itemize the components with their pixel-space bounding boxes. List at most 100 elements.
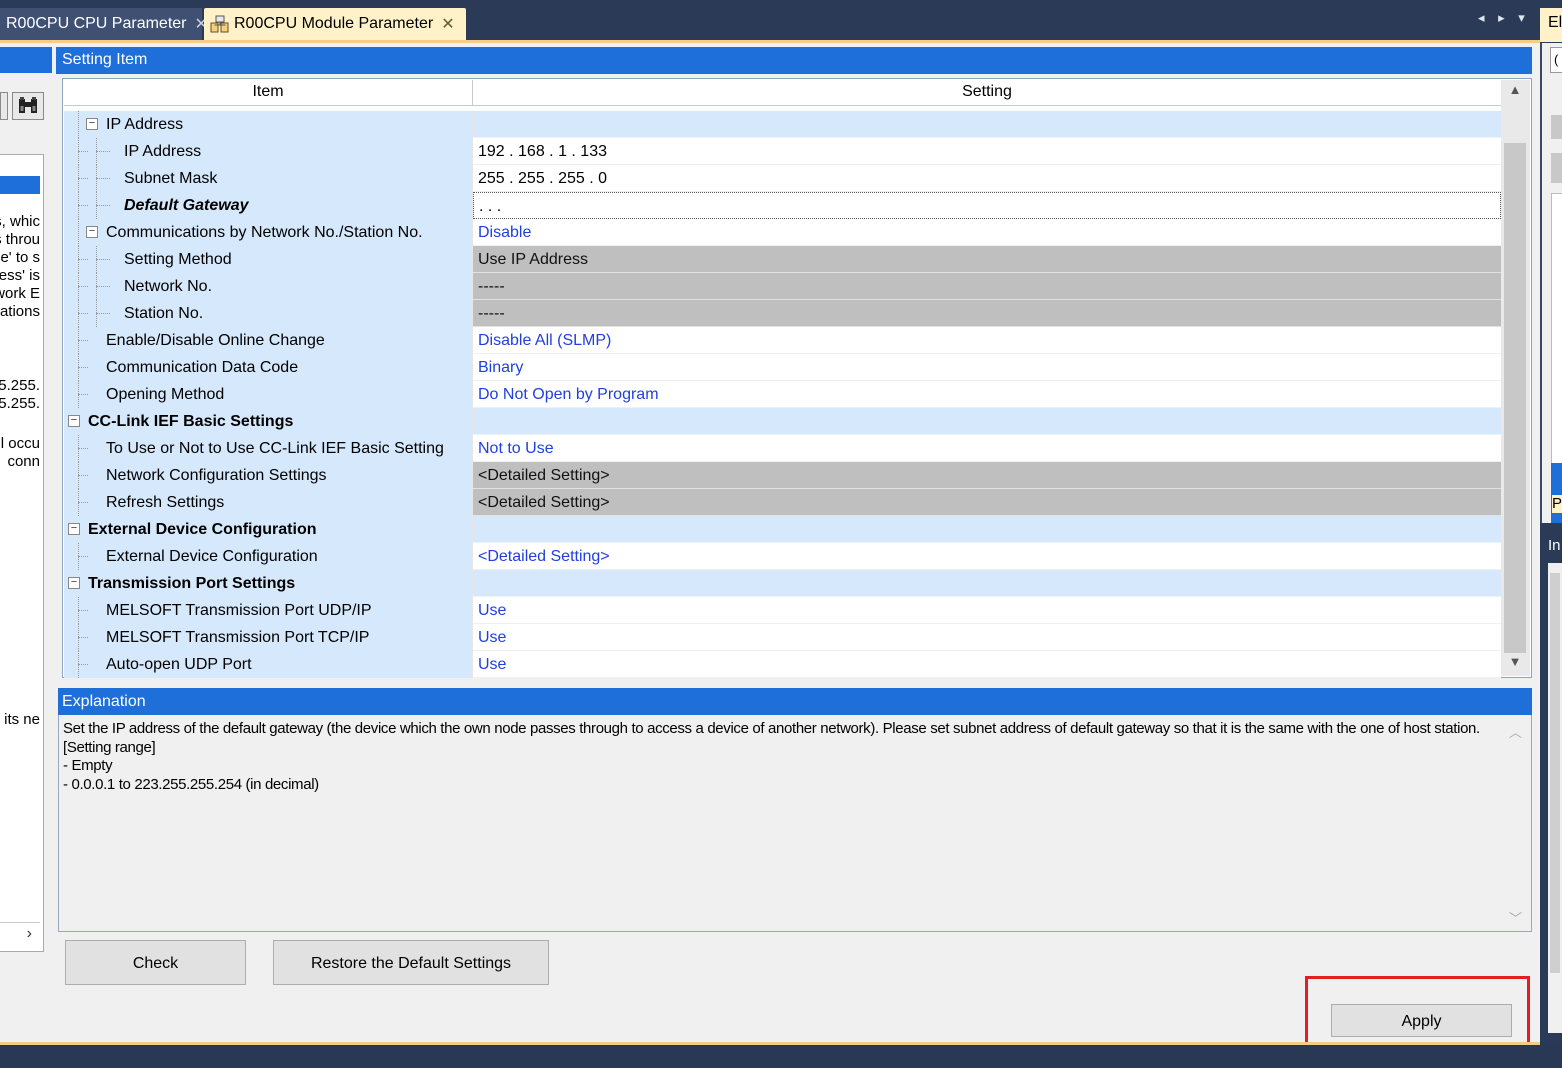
setting-row[interactable]: MELSOFT Transmission Port TCP/IP Use <box>64 624 1501 651</box>
setting-item-cell[interactable]: To Use or Not to Use CC-Link IEF Basic S… <box>64 435 473 462</box>
explanation-scroll-up-icon[interactable]: ︿ <box>1509 722 1522 741</box>
setting-value-cell[interactable]: <Detailed Setting> <box>473 489 1501 516</box>
setting-value-cell[interactable]: Use <box>473 651 1501 678</box>
setting-row[interactable]: MELSOFT Transmission Port UDP/IP Use <box>64 597 1501 624</box>
setting-value-cell[interactable]: Binary <box>473 354 1501 381</box>
right-pane-tab[interactable]: El <box>1540 8 1562 42</box>
scroll-up-icon[interactable]: ▲ <box>1503 82 1527 104</box>
tree-line <box>78 111 79 138</box>
setting-row[interactable]: Refresh Settings <Detailed Setting> <box>64 489 1501 516</box>
setting-item-cell[interactable]: − Communications by Network No./Station N… <box>64 219 473 246</box>
collapse-icon[interactable]: − <box>86 226 98 238</box>
right-pane-button[interactable] <box>1551 115 1562 139</box>
collapse-icon[interactable]: − <box>68 415 80 427</box>
setting-row[interactable]: − CC-Link IEF Basic Settings <box>64 408 1501 435</box>
setting-row[interactable]: To Use or Not to Use CC-Link IEF Basic S… <box>64 435 1501 462</box>
setting-row[interactable]: − Communications by Network No./Station N… <box>64 219 1501 246</box>
setting-item-cell[interactable]: MELSOFT Transmission Port UDP/IP <box>64 597 473 624</box>
right-pane-selection <box>1551 463 1562 523</box>
setting-row[interactable]: − External Device Configuration <box>64 516 1501 543</box>
tab-cpu-parameter[interactable]: R00CPU CPU Parameter ✕ <box>0 8 208 40</box>
setting-value-cell[interactable]: . . . <box>473 192 1501 219</box>
setting-row[interactable]: IP Address 192 . 168 . 1 . 133 <box>64 138 1501 165</box>
setting-item-cell[interactable]: − CC-Link IEF Basic Settings <box>64 408 473 435</box>
right-lower-pane: In <box>1540 523 1562 1042</box>
explanation-line: - Empty <box>63 757 113 774</box>
right-lower-pane-scrollbar[interactable] <box>1550 573 1560 973</box>
setting-value-cell <box>473 570 1501 597</box>
setting-value-cell[interactable]: ----- <box>473 273 1501 300</box>
setting-item-cell[interactable]: − IP Address <box>64 111 473 138</box>
setting-value-cell[interactable]: ----- <box>473 300 1501 327</box>
left-panel-list[interactable]: s, whics throule' to sress' iswork Eatio… <box>0 154 44 952</box>
column-header-item[interactable]: Item <box>64 80 473 106</box>
setting-row[interactable]: Enable/Disable Online Change Disable All … <box>64 327 1501 354</box>
scroll-down-icon[interactable]: ▼ <box>1503 654 1527 676</box>
left-panel-button[interactable] <box>0 92 8 120</box>
setting-value-cell[interactable]: 192 . 168 . 1 . 133 <box>473 138 1501 165</box>
setting-item-cell[interactable]: Communication Data Code <box>64 354 473 381</box>
setting-item-label: External Device Configuration <box>88 521 317 538</box>
setting-row[interactable]: Auto-open UDP Port Use <box>64 651 1501 678</box>
setting-item-cell[interactable]: MELSOFT Transmission Port TCP/IP <box>64 624 473 651</box>
grid-scrollbar-thumb[interactable] <box>1504 143 1526 653</box>
tree-line <box>78 286 88 287</box>
explanation-scroll-down-icon[interactable]: ﹀ <box>1509 908 1522 927</box>
setting-row[interactable]: − IP Address <box>64 111 1501 138</box>
column-header-setting[interactable]: Setting <box>473 80 1501 106</box>
setting-item-cell[interactable]: Subnet Mask <box>64 165 473 192</box>
check-button[interactable]: Check <box>65 940 246 985</box>
close-icon[interactable]: ✕ <box>441 14 454 34</box>
setting-value-cell[interactable]: Do Not Open by Program <box>473 381 1501 408</box>
setting-row[interactable]: Subnet Mask 255 . 255 . 255 . 0 <box>64 165 1501 192</box>
setting-item-cell[interactable]: Auto-open UDP Port <box>64 651 473 678</box>
tree-line <box>78 313 88 314</box>
setting-row[interactable]: Opening Method Do Not Open by Program <box>64 381 1501 408</box>
setting-value-cell[interactable]: Disable All (SLMP) <box>473 327 1501 354</box>
right-pane-input[interactable]: ( <box>1550 47 1562 73</box>
setting-row[interactable]: Default Gateway . . . <box>64 192 1501 219</box>
collapse-icon[interactable]: − <box>86 118 98 130</box>
setting-row[interactable]: Network No. ----- <box>64 273 1501 300</box>
setting-item-cell[interactable]: Enable/Disable Online Change <box>64 327 473 354</box>
setting-value-cell[interactable]: <Detailed Setting> <box>473 462 1501 489</box>
setting-value-cell[interactable]: 255 . 255 . 255 . 0 <box>473 165 1501 192</box>
setting-item-cell[interactable]: Setting Method <box>64 246 473 273</box>
setting-row[interactable]: Network Configuration Settings <Detailed … <box>64 462 1501 489</box>
setting-row[interactable]: External Device Configuration <Detailed S… <box>64 543 1501 570</box>
setting-row[interactable]: Communication Data Code Binary <box>64 354 1501 381</box>
setting-row[interactable]: Setting Method Use IP Address <box>64 246 1501 273</box>
setting-item-cell[interactable]: − Transmission Port Settings <box>64 570 473 597</box>
setting-value-cell[interactable]: Use IP Address <box>473 246 1501 273</box>
setting-item-label: Refresh Settings <box>106 494 225 511</box>
setting-item-cell[interactable]: Opening Method <box>64 381 473 408</box>
setting-item-cell[interactable]: Default Gateway <box>64 192 473 219</box>
restore-defaults-button[interactable]: Restore the Default Settings <box>273 940 549 985</box>
collapse-icon[interactable]: − <box>68 577 80 589</box>
tab-module-parameter[interactable]: R00CPU Module Parameter ✕ <box>204 8 466 40</box>
setting-item-cell[interactable]: Network Configuration Settings <box>64 462 473 489</box>
right-pane-button[interactable] <box>1551 153 1562 183</box>
collapse-icon[interactable]: − <box>68 523 80 535</box>
setting-value-cell[interactable]: <Detailed Setting> <box>473 543 1501 570</box>
setting-item-cell[interactable]: Refresh Settings <box>64 489 473 516</box>
setting-row[interactable]: − Transmission Port Settings <box>64 570 1501 597</box>
setting-item-cell[interactable]: Station No. <box>64 300 473 327</box>
setting-value-cell[interactable]: Not to Use <box>473 435 1501 462</box>
setting-value-cell[interactable]: Use <box>473 624 1501 651</box>
tab-navigation-arrows-icon[interactable]: ◂ ▸ ▾ <box>1478 10 1530 26</box>
left-panel-hscroll[interactable]: › <box>0 922 40 948</box>
left-panel-selected-item[interactable] <box>0 176 40 194</box>
setting-value-cell[interactable]: Disable <box>473 219 1501 246</box>
setting-item-cell[interactable]: External Device Configuration <box>64 543 473 570</box>
setting-item-label: External Device Configuration <box>106 548 318 565</box>
tree-line <box>96 178 110 179</box>
left-panel-text: 5.255. <box>0 377 40 394</box>
setting-item-cell[interactable]: − External Device Configuration <box>64 516 473 543</box>
find-binoculars-icon[interactable] <box>12 92 44 120</box>
setting-row[interactable]: Station No. ----- <box>64 300 1501 327</box>
scroll-right-icon[interactable]: › <box>27 925 32 943</box>
setting-item-cell[interactable]: IP Address <box>64 138 473 165</box>
setting-item-cell[interactable]: Network No. <box>64 273 473 300</box>
setting-value-cell[interactable]: Use <box>473 597 1501 624</box>
